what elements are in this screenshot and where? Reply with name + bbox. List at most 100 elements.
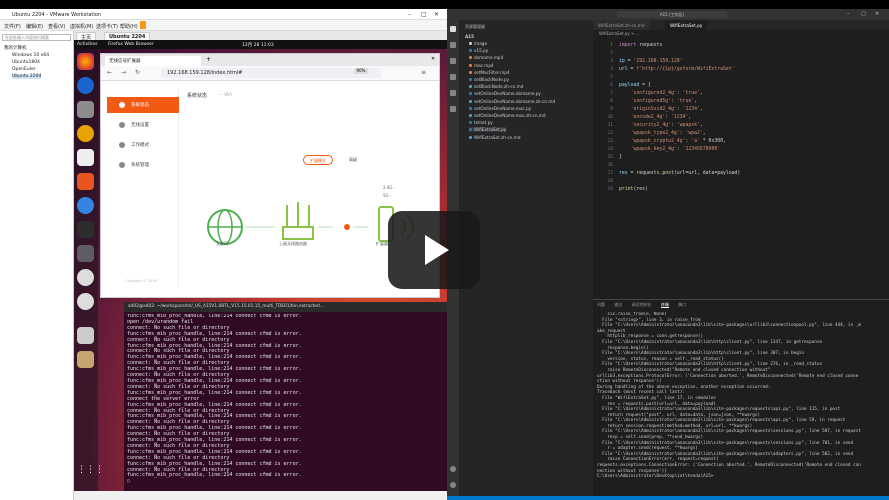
close-icon[interactable]: ✕ [875,11,879,17]
file-item[interactable]: setOnlineDevName.domame.zh-cn.md [469,99,555,104]
source-control-icon[interactable] [450,58,456,64]
file-item[interactable]: WifiExtraSet.py [469,127,507,133]
terminal-icon[interactable] [77,221,94,238]
activities-button[interactable]: Activities [77,42,98,47]
browser-tab[interactable]: 无线信号扩展器 [105,56,201,66]
file-item[interactable]: setBlackNode.py [469,77,509,82]
menu-file[interactable]: 文件(F) [4,23,21,30]
terminal-window[interactable]: a402@a402: ~/workspace/tsl/_US_A15V1.0BT… [124,302,447,491]
command-center-search[interactable]: A15 (工作区) [617,11,727,18]
minimize-icon[interactable]: – [847,11,850,17]
editor-icon[interactable] [77,245,94,262]
line-number: 11 [607,123,613,128]
file-item[interactable]: setOnlineDevName.mac.py [469,106,531,111]
upstream-router-label: 上级无线路由器 [279,241,307,246]
sidebar-item-mode[interactable]: 工作模式 [107,137,179,153]
file-item[interactable]: setMacFilter.mp4 [469,70,510,75]
thunderbird-icon[interactable] [77,77,94,94]
maximize-icon[interactable]: □ [421,11,427,18]
tab-ubuntu[interactable]: Ubuntu 2204 [104,32,151,40]
library-vm-item[interactable]: Ubuntu1804 [12,60,40,65]
show-apps-icon[interactable]: ⋮⋮⋮ [77,465,104,482]
file-item[interactable]: mac.mp4 [469,63,494,68]
file-item[interactable]: setOnlineDevName.domame.py [469,91,541,96]
tab-home[interactable]: 主页 [76,32,97,41]
files-icon[interactable] [77,101,94,118]
file-item[interactable]: setBlackNode.zh-cn.md [469,84,523,89]
gear-icon[interactable] [450,482,456,488]
panel-tab-ports[interactable]: 端口 [678,302,686,307]
back-icon[interactable]: ← [107,69,112,76]
menu-view[interactable]: 查看(V) [48,23,65,30]
extensions-icon[interactable] [450,90,456,96]
file-item[interactable]: telnet.py [469,120,493,125]
zoom-indicator[interactable]: 90% [354,68,368,74]
file-item[interactable]: domame.mp4 [469,55,503,60]
code-line: res = requests.post(url=url, data=payloa… [619,171,741,176]
trash-icon[interactable] [77,351,94,368]
app-center-icon[interactable] [77,173,94,190]
close-icon[interactable]: ✕ [434,11,439,18]
close-window-icon[interactable]: ✕ [431,56,435,62]
library-search-input[interactable]: 在此处键入内容进行搜索 [2,34,71,41]
tab-py[interactable]: WifiExtraSet.py [665,20,708,30]
writer-icon[interactable] [77,149,94,166]
library-vm-item[interactable]: OpenEuler [12,67,36,72]
library-vm-item[interactable]: Windows 10 x64 [12,53,49,58]
video-play-button[interactable] [388,211,480,289]
gnome-topbar: Activities Firefox Web Browser 12月 28 11… [74,40,447,49]
panel-tab-problems[interactable]: 问题 [597,302,605,307]
menu-tabs[interactable]: 选项卡(T) [96,23,118,30]
folder-root[interactable]: A15 [465,34,474,39]
menu-edit[interactable]: 编辑(E) [26,23,43,30]
copyright: Copyright © 2016 [125,279,157,283]
file-name: setBlackNode.py [474,77,510,82]
library-root[interactable]: 我的计算机 [4,45,27,51]
search-icon[interactable] [450,42,456,48]
disc-icon[interactable] [77,269,94,286]
terminal-output[interactable]: six.raise_from(e, None) File "<string>",… [597,312,885,480]
panel-tab-debug[interactable]: 调试控制台 [632,302,652,307]
panel-tab-output[interactable]: 输出 [614,302,622,307]
run-debug-icon[interactable] [450,74,456,80]
pause-icon[interactable] [140,21,146,29]
library-vm-item-selected[interactable]: Ubuntu 2204 [12,74,42,79]
sidebar-item-admin[interactable]: 系统管理 [107,157,179,173]
panel-tab-terminal[interactable]: 终端 [660,302,669,308]
file-name: WifiExtraSet.zh-cn.md [474,134,521,140]
menu-vm[interactable]: 虚拟机(M) [70,23,93,30]
remote-icon[interactable] [450,106,456,112]
tab-md[interactable]: WifiExtraSet.zh-cn.md [593,20,650,30]
explorer-icon[interactable] [450,26,456,32]
sidebar-item-wireless[interactable]: 无线设置 [107,117,179,133]
file-item[interactable]: setOnlineDevName.mac.zh-cn.md [469,113,546,118]
sidebar-item-status[interactable]: 系统状态 [107,97,179,113]
file-item[interactable]: v15.py [469,48,488,53]
file-item[interactable]: WifiExtraSet.zh-cn.md [469,135,521,140]
firefox-icon[interactable] [77,53,94,70]
minimize-icon[interactable]: – [408,11,411,18]
file-item[interactable]: image [469,41,487,46]
active-app-label[interactable]: Firefox Web Browser [108,42,154,47]
forward-icon[interactable]: → [121,69,126,76]
rhythmbox-icon[interactable] [77,125,94,142]
clock[interactable]: 12月 28 11:03 [242,42,274,48]
sidebar-item-label: 无线设置 [131,123,149,128]
url-bar[interactable]: 192.168.159.128/index.html# [161,68,381,78]
reload-icon[interactable]: ↻ [135,69,140,76]
drive-icon[interactable] [77,327,94,344]
help-icon[interactable] [77,197,94,214]
line-number: 1 [610,43,613,48]
menu-help[interactable]: 帮助(H) [120,23,138,30]
code-line: 'configured2_4g': 'true', [630,91,703,96]
mode-pill[interactable]: 扩展模式 [303,155,333,165]
maximize-icon[interactable]: □ [861,11,866,17]
code-line: 'wpapsk_key2_4g': '12345678900' [630,147,721,152]
advanced-pill[interactable]: 高级 [343,155,363,165]
new-tab-icon[interactable]: + [206,56,211,63]
account-icon[interactable] [450,466,456,472]
code-editor[interactable]: 1 import requests 2 3 ip = '192.168.159.128'… [593,39,889,294]
disc-icon[interactable] [77,293,94,310]
menu-icon[interactable]: ≡ [421,69,426,76]
breadcrumb[interactable]: WifiExtraSet.py > ... [593,30,889,37]
